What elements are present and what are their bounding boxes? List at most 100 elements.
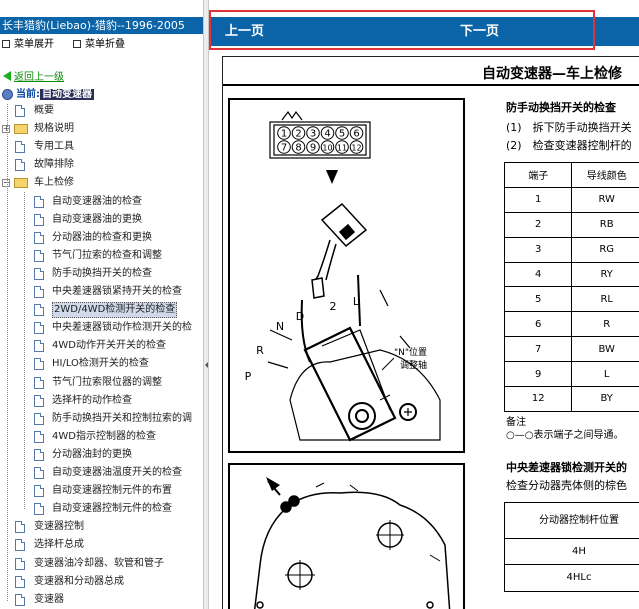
document-icon (34, 268, 44, 280)
tree-item[interactable]: 变速器控制 (0, 518, 203, 535)
terminal-cell: 1 (503, 186, 573, 213)
wire-color-cell: RY (571, 261, 639, 288)
tree-item[interactable]: 节气门拉索的检查和调整 (0, 247, 203, 264)
tree-item[interactable]: 故障排除 (0, 156, 203, 173)
table-row: 3 RG (503, 236, 639, 263)
document-icon (34, 250, 44, 262)
back-link[interactable]: 返回上一级 (3, 71, 64, 85)
tree-item[interactable]: 节气门拉索限位器的调整 (0, 374, 203, 391)
terminal-cell: 7 (503, 336, 573, 363)
collapse-arrow-icon[interactable] (205, 362, 208, 368)
table-row: 7 BW (503, 336, 639, 363)
tree-item[interactable]: 变速器油冷却器、软管和管子 (0, 555, 203, 572)
menu-collapse-button[interactable]: 菜单折叠 (73, 37, 125, 53)
tree-item[interactable]: 分动器油的检查和更换 (0, 229, 203, 246)
manual-page: 自动变速器—车上检修 1 2 3 4 5 6 7 8 9 10 11 12 P … (222, 56, 639, 609)
document-icon (34, 232, 44, 244)
tree-item-label: 选择杆总成 (34, 539, 84, 550)
book-icon (2, 89, 13, 100)
terminal-cell: 5 (503, 286, 573, 313)
tree-item-label: 中央差速器锁紧持开关的检查 (52, 286, 182, 297)
tree-item[interactable]: 自动变速器控制元件的检查 (0, 500, 203, 517)
tree-item-label: 4WD动作开关开关的检查 (52, 340, 166, 351)
tree-item[interactable]: 专用工具 (0, 138, 203, 155)
tree-item-label: 规格说明 (34, 123, 74, 134)
tree-item[interactable]: 自动变速器油的更换 (0, 211, 203, 228)
expand-icon (2, 40, 10, 48)
tree-item[interactable]: HI/LO检测开关的检查 (0, 355, 203, 372)
menu-expand-button[interactable]: 菜单展开 (2, 37, 54, 53)
table-row: 1 RW (503, 186, 639, 213)
note-text: ○—○表示端子之间导通。 (506, 430, 624, 441)
tree-item[interactable]: 分动器油封的更换 (0, 446, 203, 463)
tree-item-label: 自动变速器油的更换 (52, 214, 142, 225)
tree-item[interactable]: 防手动换挡开关的检查 (0, 265, 203, 282)
tree-item[interactable]: 选择杆的动作检查 (0, 392, 203, 409)
tree-item-label: 概要 (34, 105, 54, 116)
tree-item[interactable]: 防手动换挡开关和控制拉索的调 (0, 410, 203, 427)
wire-color-cell: RL (571, 286, 639, 313)
col-terminal: 端子 (503, 162, 573, 188)
indicator-arrow (266, 477, 280, 491)
wire-color-cell: R (571, 311, 639, 338)
tree-item[interactable]: 概要 (0, 102, 203, 119)
terminal-cell: 3 (503, 236, 573, 263)
section-heading-2: 中央差速器锁检测开关的 (506, 461, 627, 474)
tree-item[interactable]: 中央差速器锁紧持开关的检查 (0, 283, 203, 300)
document-icon (34, 304, 44, 316)
tree-item-label: 分动器油封的更换 (52, 449, 132, 460)
table-row: 4 RY (503, 261, 639, 288)
title-rule (223, 84, 639, 86)
document-icon (34, 377, 44, 389)
document-icon (34, 467, 44, 479)
connector-pin-label: 2 (295, 129, 301, 140)
tree-panel: 长丰猎豹(Liebao)-猎豹--1996-2005 菜单展开 菜单折叠 返回上… (0, 0, 203, 609)
col-wire-color: 导线颜色 (571, 162, 639, 188)
table2-header: 分动器控制杆位置 (505, 503, 639, 539)
tree-item[interactable]: 2WD/4WD检测开关的检查 (0, 301, 203, 318)
tree-item[interactable]: 4WD指示控制器的检查 (0, 428, 203, 445)
terminal-cell: 2 (503, 211, 573, 238)
document-icon (34, 413, 44, 425)
transfer-case-figure (228, 463, 465, 609)
tree-item[interactable]: 4WD动作开关开关的检查 (0, 337, 203, 354)
tree-item-label: 4WD指示控制器的检查 (52, 431, 156, 442)
table2-row: 4HLc (566, 572, 592, 583)
wire-color-cell: L (571, 361, 639, 388)
tree-item-label: 节气门拉索的检查和调整 (52, 250, 162, 261)
current-location: 当前: 自动变速器 (0, 87, 94, 102)
tree-item[interactable]: 自动变速器油的检查 (0, 193, 203, 210)
tree-item[interactable]: 选择杆总成 (0, 536, 203, 553)
document-icon (15, 521, 25, 533)
menu-bar: 菜单展开 菜单折叠 (0, 37, 203, 53)
document-icon (15, 141, 25, 153)
document-icon (34, 395, 44, 407)
tree-item[interactable]: 中央差速器锁动作检测开关的检 (0, 319, 203, 336)
tree-item[interactable]: 自动变速器控制元件的布置 (0, 482, 203, 499)
tree-item[interactable]: 自动变速器油温度开关的检查 (0, 464, 203, 481)
page-title: 自动变速器—车上检修 (482, 66, 622, 82)
tree-item-label: 分动器油的检查和更换 (52, 232, 152, 243)
connector-pin-label: 1 (281, 129, 287, 140)
section-2-text: 检查分动器壳体侧的棕色 (506, 479, 627, 492)
table-row: 6R (503, 311, 639, 338)
document-icon (34, 431, 44, 443)
table-row: 9L (503, 361, 639, 388)
collapse-minus-icon[interactable]: − (2, 179, 10, 187)
document-icon (34, 214, 44, 226)
terminal-color-table: 端子 导线颜色 1 RW 2 RB 3 RG 4 RY 5 RL 6 R 7 BW 9 L 12 BY (503, 162, 639, 412)
tree-item[interactable]: 变速器 (0, 591, 203, 608)
folder-icon (14, 124, 28, 134)
shift-lever-figure: 1 2 3 4 5 6 7 8 9 10 11 12 PRND2L "N"位置 … (228, 98, 465, 453)
step-1: (1) 拆下防手动换挡开关 (506, 121, 632, 134)
wire-color-cell: RW (571, 186, 639, 213)
adjust-bolt-label: 调整轴 (400, 359, 427, 371)
tree-item[interactable]: − 车上检修 (0, 174, 203, 191)
tree-item[interactable]: + 规格说明 (0, 120, 203, 137)
panel-title: 长丰猎豹(Liebao)-猎豹--1996-2005 (0, 17, 203, 34)
content-pane: 上一页 下一页 自动变速器—车上检修 1 2 3 4 5 6 7 8 9 10 11 12 (209, 0, 639, 609)
tree-item-label: 自动变速器控制元件的布置 (52, 485, 172, 496)
tree-item-label: 2WD/4WD检测开关的检查 (52, 302, 178, 318)
tree-item[interactable]: 变速器和分动器总成 (0, 573, 203, 590)
expand-plus-icon[interactable]: + (2, 125, 10, 133)
